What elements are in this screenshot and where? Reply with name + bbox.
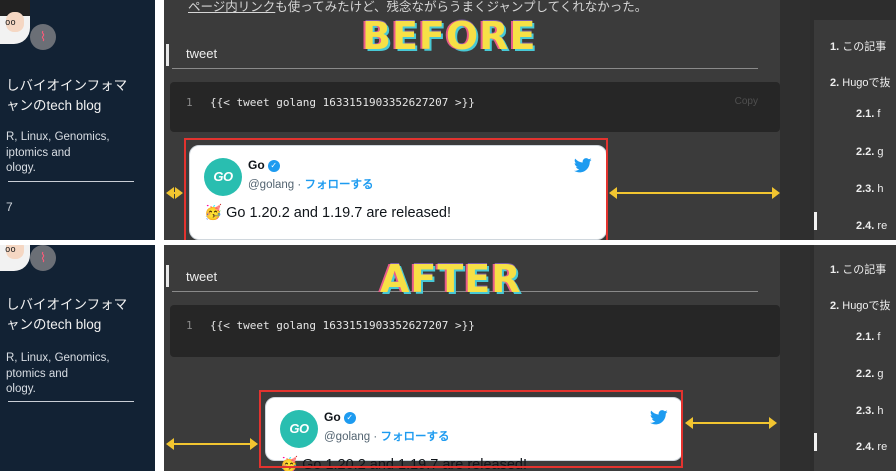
table-of-contents: 1. この記事 2. Hugoで抜 2.1. f 2.2. g 2.3. h 2…: [810, 0, 896, 240]
toc-sub-2[interactable]: 2.2. g: [856, 146, 884, 158]
toc-sub-1[interactable]: 2.1. f: [856, 108, 880, 120]
toc-num: 2.4.: [856, 441, 875, 453]
toc-sub-2[interactable]: 2.2. g: [856, 368, 884, 380]
double-arrow-icon: [609, 187, 780, 199]
site-title[interactable]: しバイオインフォマ ャンのtech blog: [6, 76, 154, 116]
toc-label: この記事: [842, 264, 887, 276]
site-description: R, Linux, Genomics, iptomics and ology.: [6, 130, 154, 177]
toc-label: Hugoで抜: [842, 77, 891, 89]
dna-icon: ⌇: [30, 24, 56, 50]
toc-label: g: [877, 368, 884, 380]
gutter: [155, 245, 164, 471]
desc-line1: R, Linux, Genomics,: [6, 352, 110, 364]
avatar-illustration-icon: oo: [5, 18, 16, 28]
heading-bar: [166, 44, 169, 66]
article-paragraph: ページ内リンクも使ってみたけど、残念ながらうまくジャンプしてくれなかった。: [188, 0, 647, 15]
before-screenshot: oo ⌇ しバイオインフォマ ャンのtech blog R, Linux, Ge…: [0, 0, 896, 240]
toc-num: 2.3.: [856, 405, 875, 417]
toc-label: f: [877, 331, 881, 343]
table-of-contents: 1. この記事 2. Hugoで抜 2.1. f 2.2. g 2.3. h 2…: [810, 245, 896, 471]
toc-num: 2.: [830, 77, 840, 89]
toc-label: g: [877, 146, 884, 158]
page-link[interactable]: ページ内リンク: [188, 0, 275, 14]
code-text: {{< tweet golang 1633151903352627207 >}}: [210, 96, 475, 109]
toc-gutter: [780, 0, 810, 240]
site-title-line1: しバイオインフォマ: [6, 78, 128, 93]
sidebar-fragment: 7: [6, 200, 13, 214]
toc-num: 2.4.: [856, 220, 875, 232]
code-block: 1 {{< tweet golang 1633151903352627207 >…: [170, 82, 780, 132]
desc-line2: iptomics and: [6, 146, 71, 159]
site-title-line2: ャンのtech blog: [6, 317, 102, 332]
site-title-line1: しバイオインフォマ: [6, 297, 128, 312]
double-arrow-icon: [166, 438, 258, 450]
toc-num: 1.: [830, 41, 840, 53]
heading-rule: [172, 68, 758, 69]
avatar-illustration-icon: oo: [5, 245, 16, 255]
code-line-number: 1: [186, 319, 193, 332]
desc-line1: R, Linux, Genomics,: [6, 131, 110, 143]
toc-num: 2.3.: [856, 183, 875, 195]
toc-panel: 1. この記事 2. Hugoで抜 2.1. f 2.2. g 2.3. h 2…: [814, 245, 896, 471]
copy-button[interactable]: Copy: [735, 96, 758, 107]
toc-sub-3[interactable]: 2.3. h: [856, 405, 884, 417]
sidebar-divider: [8, 401, 134, 402]
code-line-number: 1: [186, 96, 193, 109]
toc-active-bar: [814, 433, 817, 451]
toc-item-2[interactable]: 2. Hugoで抜: [830, 74, 891, 90]
toc-num: 2.1.: [856, 331, 875, 343]
toc-sub-4[interactable]: 2.4. re: [856, 441, 887, 453]
toc-num: 2.: [830, 300, 840, 312]
heading-bar: [166, 265, 169, 287]
toc-label: f: [877, 108, 881, 120]
code-text: {{< tweet golang 1633151903352627207 >}}: [210, 319, 475, 332]
double-arrow-icon: [685, 417, 777, 429]
toc-num: 2.1.: [856, 108, 875, 120]
toc-panel: 1. この記事 2. Hugoで抜 2.1. f 2.2. g 2.3. h 2…: [814, 20, 896, 240]
dna-icon: ⌇: [30, 245, 56, 271]
after-screenshot: oo ⌇ しバイオインフォマ ャンのtech blog R, Linux, Ge…: [0, 245, 896, 471]
toc-sub-3[interactable]: 2.3. h: [856, 183, 884, 195]
blog-sidebar: oo ⌇ しバイオインフォマ ャンのtech blog R, Linux, Ge…: [0, 245, 155, 471]
toc-active-bar: [814, 212, 817, 230]
sidebar-divider: [8, 181, 134, 182]
desc-line3: ology.: [6, 383, 36, 395]
section-heading: tweet: [186, 269, 218, 284]
toc-label: この記事: [842, 41, 887, 53]
double-arrow-icon: [166, 187, 183, 199]
toc-sub-1[interactable]: 2.1. f: [856, 331, 880, 343]
toc-item-2[interactable]: 2. Hugoで抜: [830, 297, 891, 313]
toc-label: h: [877, 405, 884, 417]
site-title-line2: ャンのtech blog: [6, 98, 102, 113]
after-label: AFTER: [380, 257, 522, 301]
toc-num: 2.2.: [856, 368, 875, 380]
toc-label: h: [877, 183, 884, 195]
site-description: R, Linux, Genomics, ptomics and ology.: [6, 351, 154, 398]
gutter: [155, 0, 164, 240]
toc-label: re: [877, 441, 888, 453]
site-title[interactable]: しバイオインフォマ ャンのtech blog: [6, 295, 154, 335]
author-avatar[interactable]: oo: [0, 245, 30, 271]
before-label: BEFORE: [362, 14, 537, 58]
desc-line2: ptomics and: [6, 367, 69, 380]
desc-line3: ology.: [6, 162, 36, 174]
highlight-box: [259, 390, 683, 468]
toc-label: Hugoで抜: [842, 300, 891, 312]
toc-item-1[interactable]: 1. この記事: [830, 38, 886, 54]
toc-sub-4[interactable]: 2.4. re: [856, 220, 887, 232]
section-heading: tweet: [186, 46, 218, 61]
paragraph-rest: も使ってみたけど、残念ながらうまくジャンプしてくれなかった。: [275, 0, 648, 14]
toc-num: 1.: [830, 264, 840, 276]
code-block: 1 {{< tweet golang 1633151903352627207 >…: [170, 305, 780, 357]
blog-sidebar: oo ⌇ しバイオインフォマ ャンのtech blog R, Linux, Ge…: [0, 0, 155, 240]
toc-num: 2.2.: [856, 146, 875, 158]
toc-label: re: [877, 220, 888, 232]
author-avatar[interactable]: oo: [0, 0, 30, 44]
toc-item-1[interactable]: 1. この記事: [830, 261, 886, 277]
highlight-box: [184, 138, 608, 240]
toc-gutter: [780, 245, 810, 471]
